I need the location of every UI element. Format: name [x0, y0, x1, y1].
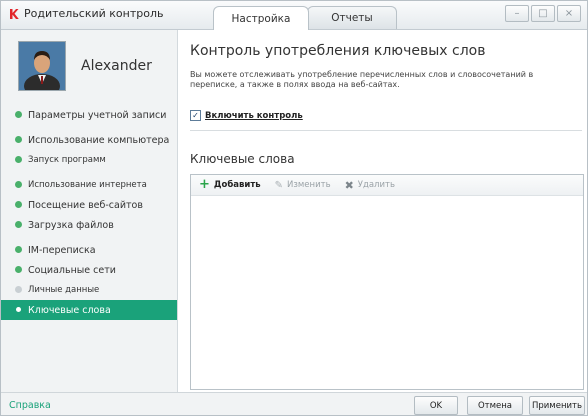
- avatar: [18, 41, 66, 91]
- enable-control-label[interactable]: Включить контроль: [205, 111, 303, 121]
- status-dot-icon: [15, 111, 22, 118]
- sidebar-item-label: Посещение веб-сайтов: [28, 199, 143, 211]
- pencil-icon: ✎: [274, 179, 284, 191]
- tab-reports-label: Отчеты: [331, 12, 373, 24]
- status-dot-icon: [15, 246, 22, 253]
- main-panel: Контроль употребления ключевых слов Вы м…: [177, 30, 587, 392]
- parental-control-window: Родительский контроль Настройка Отчеты –…: [0, 0, 588, 416]
- sidebar-item-label: Использование интернета: [28, 180, 147, 190]
- status-dot-icon: [15, 221, 22, 228]
- maximize-button[interactable]: □: [531, 5, 555, 22]
- tab-reports[interactable]: Отчеты: [307, 6, 397, 29]
- apply-button[interactable]: Применить: [529, 396, 585, 415]
- sidebar-item-file-downloads[interactable]: Загрузка файлов: [1, 215, 177, 235]
- app-title: Родительский контроль: [9, 7, 164, 20]
- edit-keyword-label: Изменить: [287, 180, 331, 190]
- cancel-button[interactable]: Отмена: [467, 396, 523, 415]
- page-description: Вы можете отслеживать употребление переч…: [190, 70, 534, 89]
- sidebar-item-keywords[interactable]: Ключевые слова: [1, 300, 177, 320]
- keywords-list[interactable]: + Добавить ✎ Изменить ✖ Удалить: [190, 174, 584, 390]
- sidebar-item-website-visits[interactable]: Посещение веб-сайтов: [1, 195, 177, 215]
- sidebar-item-label: Запуск программ: [28, 155, 106, 165]
- sidebar-nav: Параметры учетной записи Использование к…: [1, 105, 177, 320]
- close-button[interactable]: ×: [557, 5, 581, 22]
- help-link[interactable]: Справка: [9, 400, 51, 411]
- status-dot-icon: [15, 181, 22, 188]
- tab-settings[interactable]: Настройка: [213, 6, 309, 30]
- status-dot-icon: [16, 307, 21, 312]
- sidebar-item-label: Личные данные: [28, 285, 100, 295]
- divider: [190, 130, 582, 131]
- window-controls: – □ ×: [505, 5, 581, 22]
- sidebar-item-label: Загрузка файлов: [28, 219, 114, 231]
- status-dot-icon: [15, 201, 22, 208]
- title-bar: Родительский контроль Настройка Отчеты –…: [1, 1, 587, 30]
- keywords-toolbar: + Добавить ✎ Изменить ✖ Удалить: [191, 175, 583, 196]
- page-title: Контроль употребления ключевых слов: [190, 43, 486, 59]
- ok-button[interactable]: OK: [414, 396, 458, 415]
- kaspersky-logo-icon: [10, 8, 19, 19]
- sidebar-item-personal-data[interactable]: Личные данные: [1, 280, 177, 300]
- delete-keyword-button[interactable]: ✖ Удалить: [345, 179, 395, 192]
- add-keyword-label: Добавить: [213, 180, 261, 190]
- maximize-icon: □: [538, 8, 548, 19]
- status-dot-icon: [15, 136, 22, 143]
- minimize-icon: –: [514, 8, 520, 19]
- close-icon: ×: [564, 8, 574, 19]
- sidebar-item-program-launch[interactable]: Запуск программ: [1, 150, 177, 170]
- apply-button-label: Применить: [532, 400, 582, 411]
- sidebar-item-label: IM-переписка: [28, 244, 96, 256]
- user-name: Alexander: [81, 58, 152, 74]
- sidebar-item-label: Параметры учетной записи: [28, 109, 167, 121]
- sidebar-item-account-settings[interactable]: Параметры учетной записи: [1, 105, 177, 125]
- status-dot-icon: [15, 266, 22, 273]
- keywords-section-title: Ключевые слова: [190, 152, 295, 166]
- add-keyword-button[interactable]: + Добавить: [199, 177, 261, 192]
- sidebar-item-computer-use[interactable]: Использование компьютера: [1, 130, 177, 150]
- delete-x-icon: ✖: [344, 178, 354, 192]
- status-dot-icon: [15, 286, 22, 293]
- sidebar-item-im[interactable]: IM-переписка: [1, 240, 177, 260]
- sidebar: Alexander Параметры учетной записи Испол…: [1, 30, 177, 392]
- app-title-text: Родительский контроль: [24, 7, 164, 20]
- cancel-button-label: Отмена: [477, 400, 513, 411]
- status-dot-icon: [15, 156, 22, 163]
- sidebar-item-label: Социальные сети: [28, 264, 116, 276]
- ok-button-label: OK: [429, 400, 443, 411]
- sidebar-item-internet-use[interactable]: Использование интернета: [1, 175, 177, 195]
- plus-icon: +: [199, 177, 210, 192]
- sidebar-item-social-networks[interactable]: Социальные сети: [1, 260, 177, 280]
- footer-bar: Справка OK Отмена Применить: [1, 392, 587, 415]
- enable-control-checkbox[interactable]: ✓: [190, 110, 201, 121]
- sidebar-item-label: Использование компьютера: [28, 134, 170, 146]
- edit-keyword-button[interactable]: ✎ Изменить: [275, 180, 331, 191]
- delete-keyword-label: Удалить: [357, 180, 395, 190]
- minimize-button[interactable]: –: [505, 5, 529, 22]
- sidebar-item-label: Ключевые слова: [28, 304, 111, 316]
- tab-settings-label: Настройка: [231, 12, 291, 25]
- enable-control-row[interactable]: ✓ Включить контроль: [190, 110, 303, 121]
- user-avatar-icon: [19, 42, 65, 90]
